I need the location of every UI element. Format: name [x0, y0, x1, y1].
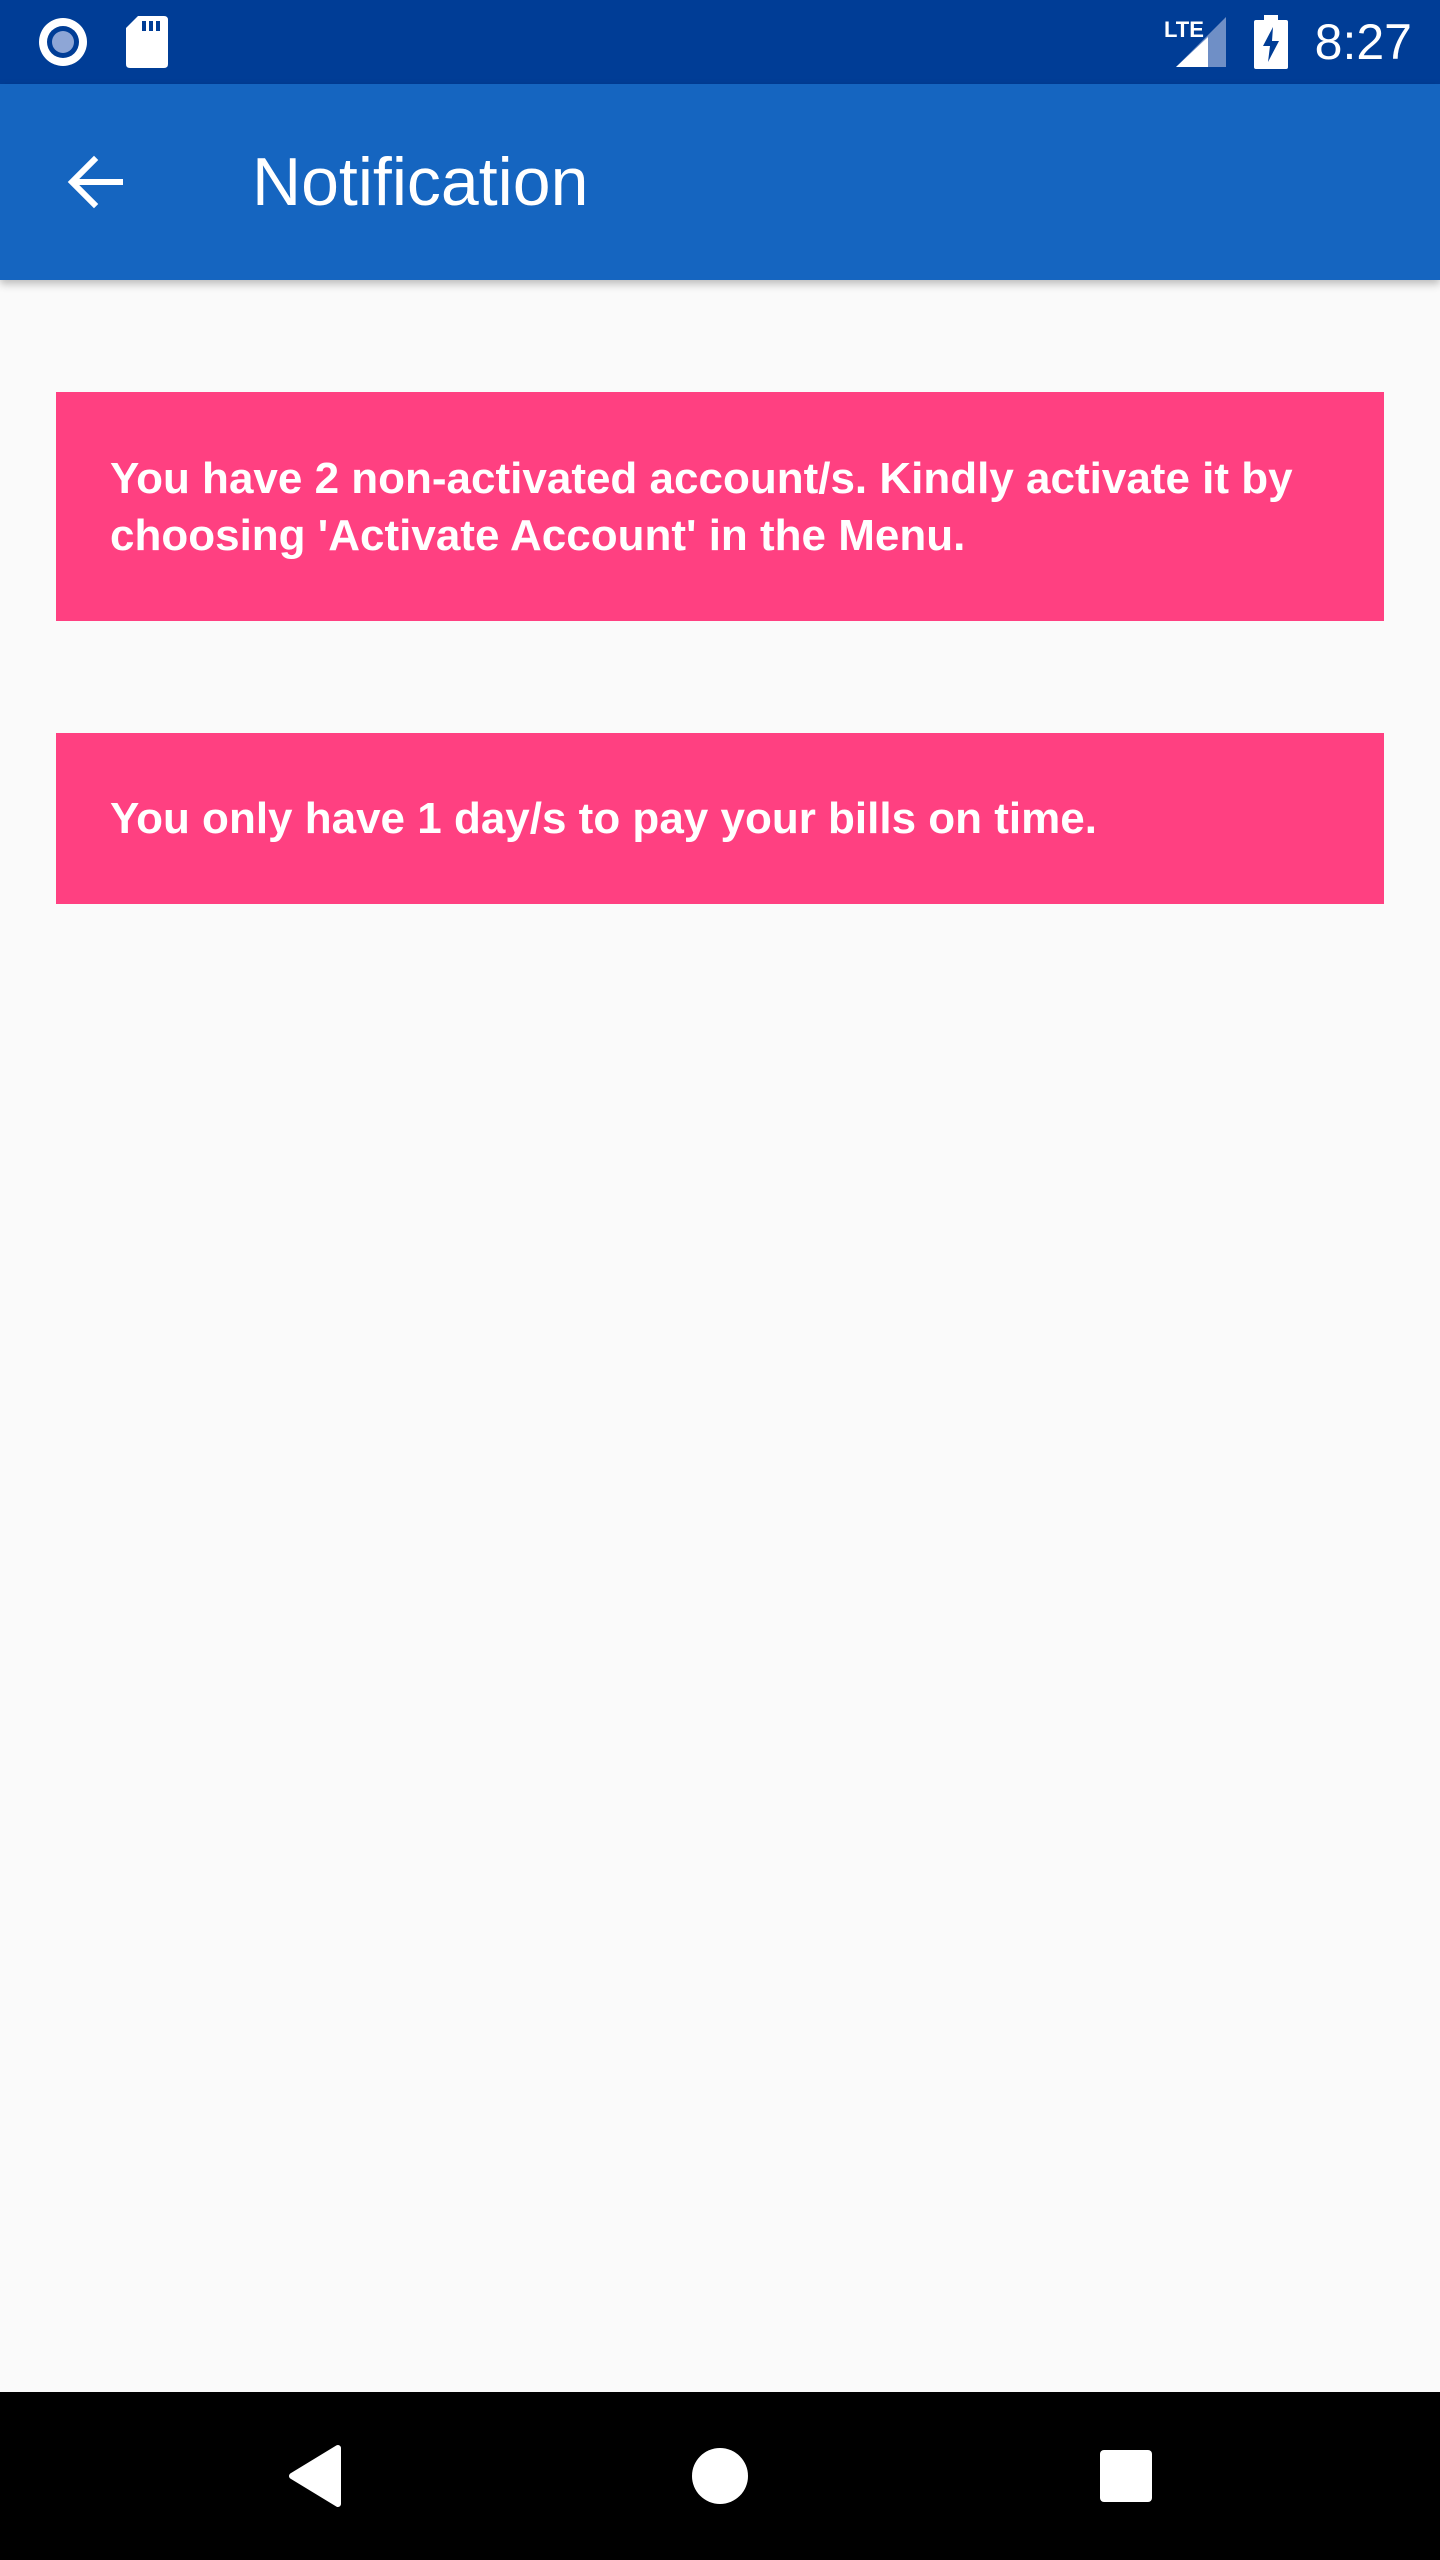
lte-label: LTE	[1164, 17, 1204, 42]
nav-home-button[interactable]	[640, 2392, 800, 2560]
notification-screen: LTE 8:27 Notification You have 2 non-act…	[0, 0, 1440, 2560]
status-bar: LTE 8:27	[0, 0, 1440, 84]
home-circle-icon	[692, 2448, 748, 2504]
notification-message: You have 2 non-activated account/s. Kind…	[110, 453, 1293, 560]
recents-square-icon	[1100, 2450, 1152, 2502]
notification-list: You have 2 non-activated account/s. Kind…	[0, 280, 1440, 2392]
record-icon	[36, 0, 90, 84]
back-button[interactable]	[42, 130, 146, 234]
system-nav-bar	[0, 2392, 1440, 2560]
back-triangle-icon	[289, 2445, 341, 2507]
nav-back-button[interactable]	[236, 2392, 396, 2560]
app-bar: Notification	[0, 84, 1440, 280]
sd-card-icon	[126, 0, 168, 84]
battery-charging-icon	[1254, 0, 1288, 84]
notification-card-activate-account[interactable]: You have 2 non-activated account/s. Kind…	[56, 392, 1384, 621]
lte-signal-icon: LTE	[1164, 0, 1228, 84]
notification-message: You only have 1 day/s to pay your bills …	[110, 794, 1097, 843]
status-time: 8:27	[1314, 14, 1412, 70]
notification-card-pay-bills[interactable]: You only have 1 day/s to pay your bills …	[56, 733, 1384, 904]
nav-recents-button[interactable]	[1046, 2392, 1206, 2560]
page-title: Notification	[252, 144, 589, 220]
arrow-back-icon	[67, 155, 123, 209]
